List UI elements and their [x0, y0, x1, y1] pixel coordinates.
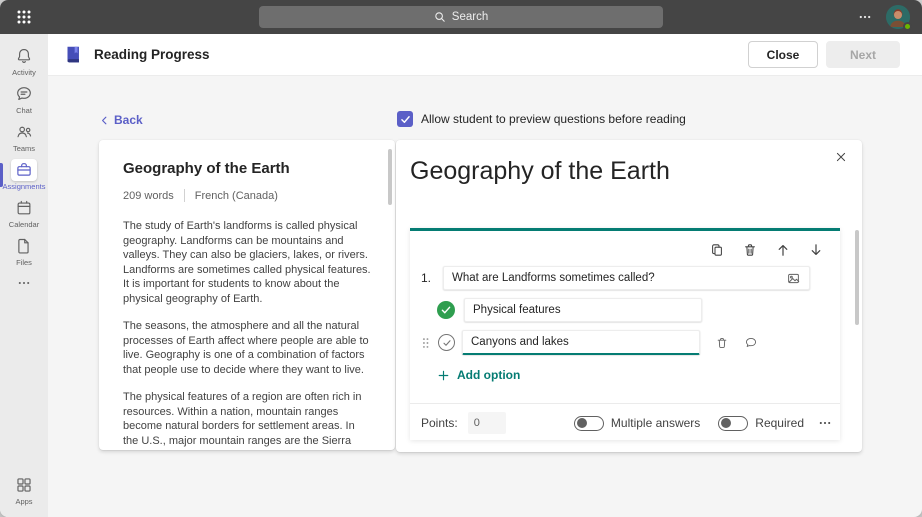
- sidebar-label: Activity: [12, 69, 36, 77]
- sidebar-label: Files: [16, 259, 32, 267]
- apps-icon: [11, 474, 37, 496]
- answer-option-text: Canyons and lakes: [471, 336, 569, 348]
- sidebar-label: Teams: [13, 145, 35, 153]
- word-count: 209 words: [123, 190, 174, 202]
- plus-icon: [437, 369, 450, 382]
- passage-meta: 209 words French (Canada): [123, 189, 371, 202]
- search-input[interactable]: Search: [259, 6, 663, 28]
- sidebar-label: Apps: [15, 498, 32, 506]
- question-editor-card: Geography of the Earth: [396, 140, 862, 452]
- next-button[interactable]: Next: [826, 41, 900, 68]
- scrollbar-thumb[interactable]: [388, 149, 392, 205]
- comment-icon[interactable]: [744, 336, 758, 350]
- sidebar-item-chat[interactable]: Chat: [0, 80, 48, 118]
- correct-answer-icon[interactable]: [437, 301, 455, 319]
- header-buttons: Close Next: [748, 41, 900, 68]
- back-link[interactable]: Back: [99, 113, 143, 127]
- meta-divider: [184, 189, 185, 202]
- topbar-right: [858, 0, 910, 34]
- question-text-input[interactable]: What are Landforms sometimes called?: [443, 266, 810, 290]
- multiple-answers-toggle[interactable]: [574, 416, 604, 431]
- presence-dot: [903, 22, 912, 31]
- close-icon[interactable]: [831, 147, 851, 167]
- question-row: 1. What are Landforms sometimes called?: [421, 266, 810, 290]
- answer-option-row: Canyons and lakes: [420, 330, 758, 355]
- question-toolbar: [410, 242, 824, 258]
- calendar-icon: [11, 197, 37, 219]
- question-number: 1.: [421, 271, 435, 285]
- insert-media-icon[interactable]: [786, 271, 801, 286]
- quiz-title: Geography of the Earth: [410, 157, 670, 186]
- language: French (Canada): [195, 190, 278, 202]
- add-option-button[interactable]: Add option: [437, 368, 520, 382]
- sidebar-item-assignments[interactable]: Assignments: [0, 156, 48, 194]
- chevron-left-icon: [99, 115, 110, 126]
- passage-paragraph: The study of Earth's landforms is called…: [123, 219, 371, 306]
- preview-checkbox[interactable]: [397, 111, 413, 127]
- search-icon: [434, 11, 446, 23]
- sidebar-label: Calendar: [9, 221, 39, 229]
- preview-checkbox-label: Allow student to preview questions befor…: [421, 112, 686, 126]
- page-title: Reading Progress: [94, 47, 210, 62]
- divider: [410, 403, 840, 404]
- points-input[interactable]: 0: [468, 412, 506, 434]
- sidebar-item-calendar[interactable]: Calendar: [0, 194, 48, 232]
- bell-icon: [11, 45, 37, 67]
- teams-window: Search: [0, 0, 922, 517]
- required-label: Required: [755, 416, 804, 430]
- search-placeholder: Search: [452, 11, 488, 23]
- passage-paragraph: The physical features of a region are of…: [123, 390, 371, 450]
- add-option-label: Add option: [457, 368, 520, 382]
- back-label: Back: [114, 113, 143, 127]
- sidebar-label: Assignments: [3, 183, 46, 191]
- app-header: Reading Progress Close Next: [48, 34, 922, 76]
- waffle-menu-icon[interactable]: [16, 9, 32, 25]
- briefcase-icon: [11, 159, 37, 181]
- sidebar: Activity Chat Teams: [0, 34, 48, 517]
- passage-card: Geography of the Earth 209 words French …: [99, 140, 395, 450]
- delete-icon[interactable]: [742, 242, 758, 258]
- drag-handle-icon[interactable]: [420, 335, 431, 351]
- file-icon: [11, 235, 37, 257]
- answer-option-input[interactable]: Physical features: [464, 298, 702, 322]
- passage-body: The study of Earth's landforms is called…: [123, 219, 371, 450]
- question-footer: Points: 0 Multiple answers Required: [421, 406, 832, 440]
- copy-icon[interactable]: [709, 242, 725, 258]
- sidebar-item-activity[interactable]: Activity: [0, 42, 48, 80]
- required-toggle[interactable]: [718, 416, 748, 431]
- top-bar: Search: [0, 0, 922, 34]
- reading-progress-book-icon: [62, 44, 84, 66]
- answer-option-row: Physical features: [437, 298, 702, 322]
- move-down-icon[interactable]: [808, 242, 824, 258]
- chat-icon: [11, 83, 37, 105]
- multiple-answers-label: Multiple answers: [611, 416, 700, 430]
- sidebar-item-files[interactable]: Files: [0, 232, 48, 270]
- question-text: What are Landforms sometimes called?: [452, 272, 655, 284]
- points-label: Points:: [421, 416, 458, 430]
- close-button[interactable]: Close: [748, 41, 818, 68]
- more-options-icon[interactable]: [818, 416, 832, 430]
- passage-title: Geography of the Earth: [123, 160, 371, 177]
- answer-option-text: Physical features: [473, 304, 561, 316]
- mark-correct-icon[interactable]: [438, 334, 455, 351]
- preview-checkbox-row[interactable]: Allow student to preview questions befor…: [397, 111, 686, 127]
- avatar[interactable]: [886, 5, 910, 29]
- sidebar-item-teams[interactable]: Teams: [0, 118, 48, 156]
- sidebar-label: Chat: [16, 107, 32, 115]
- people-icon: [11, 121, 37, 143]
- passage-paragraph: The seasons, the atmosphere and all the …: [123, 319, 371, 377]
- sidebar-more-icon[interactable]: [0, 270, 48, 296]
- scrollbar-thumb[interactable]: [855, 230, 859, 325]
- delete-option-icon[interactable]: [715, 336, 729, 350]
- topbar-more-icon[interactable]: [858, 10, 872, 24]
- answer-option-input[interactable]: Canyons and lakes: [462, 330, 700, 355]
- move-up-icon[interactable]: [775, 242, 791, 258]
- sidebar-item-apps[interactable]: Apps: [0, 471, 48, 509]
- question-block: 1. What are Landforms sometimes called?: [410, 228, 840, 440]
